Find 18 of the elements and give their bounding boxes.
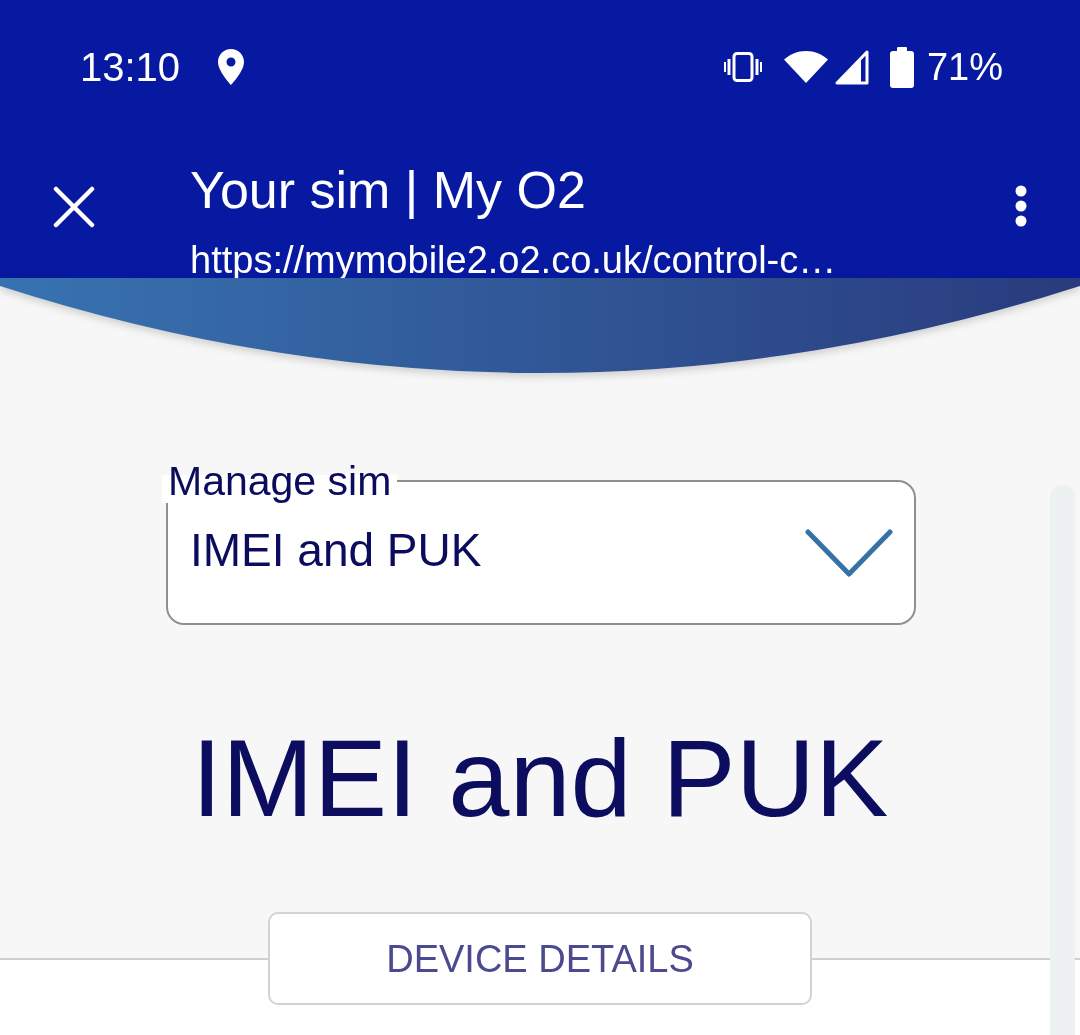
battery-percentage: 71% [926,45,1003,89]
device-details-button[interactable]: DEVICE DETAILS [268,912,812,1005]
close-icon [53,186,95,228]
vibrate-icon [723,52,762,82]
status-time: 13:10 [80,44,181,90]
scrollbar[interactable] [1050,485,1075,1035]
signal-icon [834,49,869,85]
wifi-icon [783,51,828,83]
chevron-down-icon [805,529,893,577]
close-button[interactable] [52,185,96,229]
more-options-button[interactable] [1014,185,1028,227]
more-options-icon [1014,185,1028,227]
location-pin-icon [218,49,245,85]
page-title: Your sim | My O2 [190,160,587,220]
selected-value: IMEI and PUK [190,525,483,575]
battery-icon [889,46,914,88]
page-heading: IMEI and PUK [191,715,889,841]
page-url: https://mymobile2.o2.co.uk/control-c… [190,242,838,278]
